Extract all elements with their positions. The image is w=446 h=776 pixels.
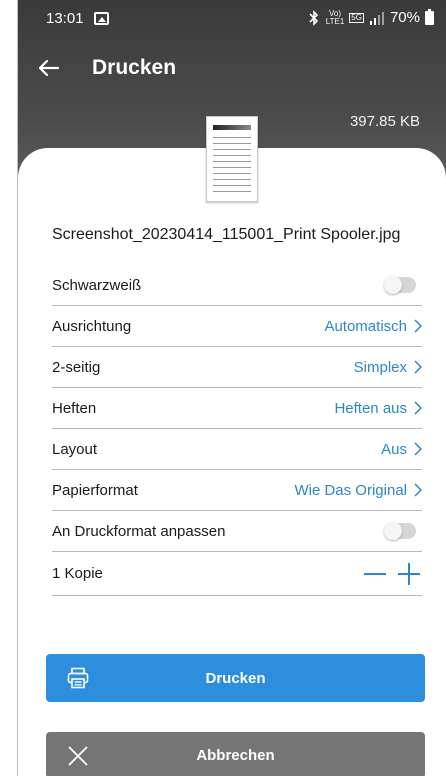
volte-indicator: Vo) LTE1	[325, 9, 345, 26]
thumbnail-line	[213, 167, 251, 168]
clock: 13:01	[46, 10, 84, 27]
color-mode-toggle[interactable]	[384, 276, 416, 294]
orientation-value: Automatisch	[324, 317, 407, 335]
cancel-button-label: Abbrechen	[196, 746, 275, 764]
document-thumbnail	[206, 116, 258, 202]
layout-label: Layout	[52, 440, 98, 458]
staple-value-group: Heften aus	[334, 400, 422, 417]
increase-copies-button[interactable]	[398, 562, 420, 585]
thumbnail-line	[213, 185, 251, 186]
layout-value: Aus	[381, 440, 407, 458]
cancel-button[interactable]: Abbrechen	[46, 732, 425, 776]
printer-icon	[67, 667, 89, 689]
setting-row-color[interactable]: Schwarzweiß	[52, 265, 422, 306]
fit-to-page-label: An Druckformat anpassen	[52, 522, 226, 540]
left-edge-strip	[0, 0, 18, 776]
chevron-right-icon	[414, 319, 422, 333]
thumbnail-line	[213, 173, 251, 174]
thumbnail-line	[213, 155, 251, 156]
network-5g-indicator: 5G	[349, 12, 364, 23]
thumbnail-line	[213, 191, 251, 192]
toggle-knob	[384, 276, 402, 294]
toolbar: Drucken	[18, 44, 446, 92]
copies-label: 1 Kopie	[52, 565, 103, 582]
chevron-right-icon	[414, 483, 422, 497]
paper-size-label: Papierformat	[52, 481, 138, 499]
staple-value: Heften aus	[334, 399, 407, 417]
thumbnail-line	[213, 143, 251, 144]
color-mode-label: Schwarzweiß	[52, 276, 142, 294]
status-bar: 13:01 Vo) LTE1 5G 70%	[18, 0, 446, 38]
orientation-label: Ausrichtung	[52, 317, 132, 335]
bluetooth-icon	[309, 9, 318, 26]
duplex-value-group: Simplex	[354, 359, 422, 376]
setting-row-fit-to-page[interactable]: An Druckformat anpassen	[52, 511, 422, 552]
print-button[interactable]: Drucken	[46, 654, 425, 702]
lte-label: LTE1	[325, 16, 345, 26]
decrease-copies-button[interactable]	[364, 563, 386, 585]
fit-to-page-toggle[interactable]	[384, 522, 416, 540]
setting-row-staple[interactable]: Heften Heften aus	[52, 388, 422, 429]
chevron-right-icon	[414, 360, 422, 374]
chevron-right-icon	[414, 442, 422, 456]
copies-stepper	[364, 562, 420, 585]
paper-size-value: Wie Das Original	[294, 481, 407, 499]
gallery-notification-icon	[94, 12, 109, 25]
layout-value-group: Aus	[381, 441, 422, 458]
status-icons: Vo) LTE1 5G 70%	[307, 8, 434, 26]
orientation-value-group: Automatisch	[324, 318, 422, 335]
close-icon	[68, 746, 88, 766]
paper-size-value-group: Wie Das Original	[294, 482, 422, 499]
toggle-knob	[384, 522, 402, 540]
thumbnail-line	[213, 149, 251, 150]
file-size: 397.85 KB	[349, 113, 420, 130]
setting-row-orientation[interactable]: Ausrichtung Automatisch	[52, 306, 422, 347]
duplex-value: Simplex	[353, 358, 407, 376]
thumbnail-header-bar	[213, 125, 251, 130]
setting-row-layout[interactable]: Layout Aus	[52, 429, 422, 470]
setting-row-copies: 1 Kopie	[52, 552, 422, 596]
document-filename: Screenshot_20230414_115001_Print Spooler…	[52, 226, 401, 243]
back-arrow-icon[interactable]	[34, 52, 66, 84]
print-button-label: Drucken	[205, 669, 266, 687]
duplex-label: 2-seitig	[52, 358, 101, 376]
signal-strength-icon	[369, 11, 384, 25]
chevron-right-icon	[414, 401, 422, 415]
battery-icon	[425, 8, 434, 25]
setting-row-duplex[interactable]: 2-seitig Simplex	[52, 347, 422, 388]
battery-percent: 70%	[389, 9, 420, 26]
staple-label: Heften	[52, 399, 97, 417]
thumbnail-line	[213, 161, 251, 162]
thumbnail-line	[213, 179, 251, 180]
thumbnail-line	[213, 137, 251, 138]
setting-row-paper-size[interactable]: Papierformat Wie Das Original	[52, 470, 422, 511]
page-title: Drucken	[92, 56, 177, 79]
network-5g-label: 5G	[349, 12, 364, 23]
